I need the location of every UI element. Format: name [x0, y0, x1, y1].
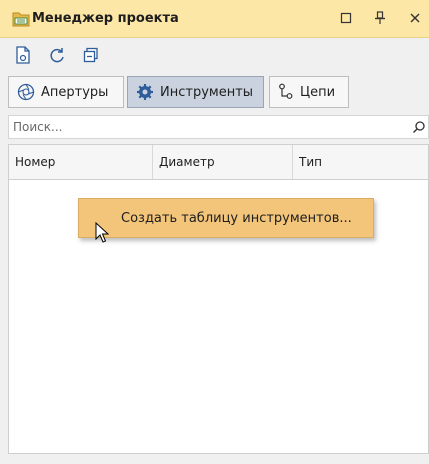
document-button[interactable]	[12, 44, 34, 66]
chain-icon	[279, 83, 293, 99]
pin-icon	[375, 11, 385, 24]
close-icon	[410, 13, 420, 23]
tab-tools-label: Инструменты	[160, 84, 254, 100]
tab-tools[interactable]: Инструменты	[127, 76, 264, 108]
context-menu: Создать таблицу инструментов...	[78, 198, 374, 238]
collapse-button[interactable]	[80, 44, 102, 66]
refresh-icon	[50, 48, 64, 63]
folder-icon	[12, 11, 30, 27]
tab-apertures-label: Апертуры	[41, 84, 109, 100]
tab-chains-label: Цепи	[300, 84, 336, 100]
mouse-cursor-icon	[95, 222, 110, 243]
aperture-icon	[17, 83, 35, 101]
tab-chains[interactable]: Цепи	[269, 76, 349, 108]
pin-button[interactable]	[369, 7, 391, 29]
window-title: Менеджер проекта	[32, 11, 179, 26]
create-tool-table-menu-item[interactable]: Создать таблицу инструментов...	[79, 199, 373, 237]
maximize-icon	[340, 12, 352, 24]
gear-icon	[137, 84, 153, 100]
collapse-icon	[83, 47, 98, 63]
search-input[interactable]	[9, 116, 412, 138]
title-bar: Менеджер проекта	[0, 0, 429, 38]
search-box	[8, 115, 429, 139]
toolbar	[0, 38, 429, 70]
maximize-button[interactable]	[335, 7, 357, 29]
document-icon	[16, 46, 30, 64]
search-icon[interactable]	[412, 120, 426, 134]
tools-table: Номер Диаметр Тип	[8, 144, 429, 454]
column-header-number[interactable]: Номер	[9, 145, 153, 179]
tab-apertures[interactable]: Апертуры	[8, 76, 124, 108]
column-header-diameter[interactable]: Диаметр	[153, 145, 293, 179]
close-button[interactable]	[404, 7, 426, 29]
column-header-type[interactable]: Тип	[293, 145, 429, 179]
table-header: Номер Диаметр Тип	[9, 145, 428, 180]
refresh-button[interactable]	[46, 44, 68, 66]
tab-bar: Апертуры Инструменты Цепи	[0, 72, 429, 112]
